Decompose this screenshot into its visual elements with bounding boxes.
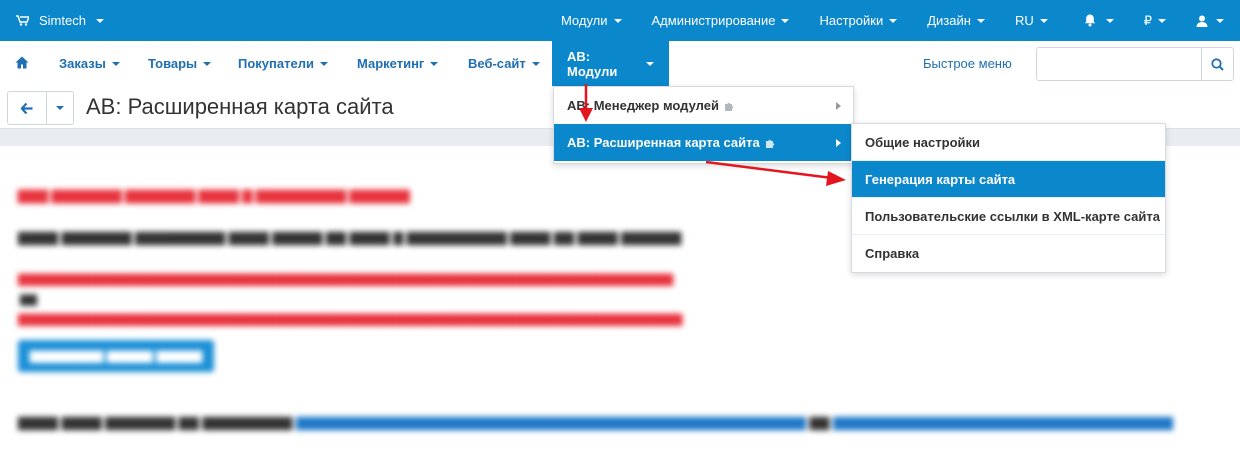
chevron-down-icon: [889, 18, 898, 23]
search-input[interactable]: [1037, 48, 1213, 78]
chevron-down-icon: [56, 106, 64, 110]
submenu-help[interactable]: Справка: [852, 235, 1165, 272]
chevron-down-icon: [781, 18, 790, 23]
chevron-down-icon: [1216, 18, 1224, 23]
search-box: [1036, 47, 1234, 81]
back-button[interactable]: [8, 92, 47, 124]
history-dropdown-button[interactable]: [47, 92, 73, 124]
chevron-down-icon: [613, 18, 622, 23]
menu-design[interactable]: Дизайн: [927, 0, 985, 41]
chevron-down-icon: [531, 61, 540, 66]
tab-orders[interactable]: Заказы: [59, 41, 120, 86]
home-icon[interactable]: [15, 56, 29, 69]
arrow-left-icon: [21, 102, 33, 114]
user-icon: [1196, 15, 1208, 27]
quick-menu-link[interactable]: Быстрое меню: [923, 56, 1012, 71]
submenu-generate-sitemap[interactable]: Генерация карты сайта: [852, 161, 1165, 198]
top-menu: Модули Администрирование Настройки Дизай…: [561, 0, 1240, 41]
top-bar: Simtech Модули Администрирование Настрой…: [0, 0, 1240, 41]
main-navigation: Заказы Товары Покупатели Маркетинг Веб-с…: [0, 41, 1240, 87]
blurred-warning: ▇▇▇ ▇▇▇▇▇▇▇ ▇▇▇▇▇▇▇ ▇▇▇▇ ▇ ▇▇▇▇▇▇▇▇▇ ▇▇▇…: [18, 188, 410, 203]
tab-products[interactable]: Товары: [148, 41, 212, 86]
tab-website[interactable]: Веб-сайт: [468, 41, 540, 86]
chevron-down-icon: [430, 61, 439, 66]
submenu-general-settings[interactable]: Общие настройки: [852, 124, 1165, 161]
blurred-url-1: ▇▇▇▇▇▇▇▇▇▇▇▇▇▇▇▇▇▇▇▇▇▇▇▇▇▇▇▇▇▇▇▇▇▇▇▇▇▇▇▇…: [18, 272, 674, 286]
tab-customers[interactable]: Покупатели: [238, 41, 328, 86]
sitemap-submenu: Общие настройки Генерация карты сайта По…: [851, 123, 1166, 273]
chevron-down-icon: [1105, 18, 1114, 23]
chevron-down-icon: [111, 61, 120, 66]
blurred-action-button[interactable]: ▇▇▇▇▇▇▇▇ ▇▇▇▇▇ ▇▇▇▇▇: [18, 340, 214, 372]
blurred-url-2: ▇▇▇▇▇▇▇▇▇▇▇▇▇▇▇▇▇▇▇▇▇▇▇▇▇▇▇▇▇▇▇▇▇▇▇▇▇▇▇▇…: [18, 312, 683, 326]
store-name: Simtech: [39, 13, 86, 28]
chevron-down-icon: [1158, 18, 1166, 23]
tab-ab-modules[interactable]: AB: Модули: [552, 41, 669, 86]
currency-selector[interactable]: ₽: [1144, 0, 1166, 41]
chevron-right-icon: [836, 139, 841, 147]
ab-modules-dropdown: AB: Менеджер модулей AB: Расширенная кар…: [553, 86, 854, 164]
search-icon: [1211, 57, 1224, 71]
chevron-down-icon: [646, 61, 654, 66]
back-button-group: [7, 91, 74, 125]
blurred-footer-text: ▇▇▇▇ ▇▇▇▇ ▇▇▇▇▇▇▇ ▇▇ ▇▇▇▇▇▇▇▇▇ ▇▇▇▇▇▇▇▇▇…: [18, 415, 1174, 430]
store-switcher[interactable]: Simtech: [16, 0, 104, 41]
notifications-menu[interactable]: [1084, 0, 1114, 41]
chevron-down-icon: [1039, 18, 1048, 23]
menu-modules[interactable]: Модули: [561, 0, 622, 41]
blurred-instruction: ▇▇▇▇ ▇▇▇▇▇▇▇ ▇▇▇▇▇▇▇▇▇ ▇▇▇▇ ▇▇▇▇▇ ▇▇ ▇▇▇…: [18, 230, 682, 245]
tab-marketing[interactable]: Маркетинг: [357, 41, 439, 86]
menu-item-advanced-sitemap[interactable]: AB: Расширенная карта сайта: [554, 124, 853, 161]
menu-administration[interactable]: Администрирование: [652, 0, 790, 41]
chevron-down-icon: [319, 61, 328, 66]
language-selector[interactable]: RU: [1015, 0, 1048, 41]
submenu-custom-links[interactable]: Пользовательские ссылки в XML-карте сайт…: [852, 198, 1165, 235]
bell-icon: [1084, 14, 1095, 27]
user-menu[interactable]: [1196, 0, 1224, 41]
search-button[interactable]: [1201, 48, 1233, 80]
chevron-down-icon: [203, 61, 212, 66]
menu-settings[interactable]: Настройки: [819, 0, 898, 41]
page-title: AB: Расширенная карта сайта: [86, 94, 394, 119]
puzzle-icon: [765, 139, 774, 148]
chevron-down-icon: [95, 18, 104, 23]
puzzle-icon: [724, 102, 734, 111]
chevron-right-icon: [836, 102, 841, 110]
cart-icon: [16, 15, 29, 26]
menu-item-module-manager[interactable]: AB: Менеджер модулей: [554, 87, 853, 124]
chevron-down-icon: [976, 18, 985, 23]
blurred-separator: ▇▇: [20, 294, 37, 306]
